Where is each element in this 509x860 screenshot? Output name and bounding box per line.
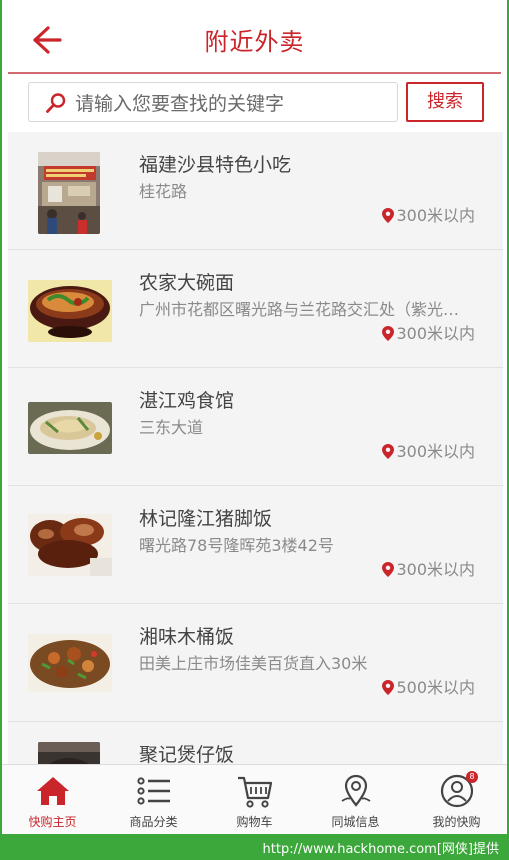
storefront-photo xyxy=(38,152,100,234)
nav-local-info[interactable]: 同城信息 xyxy=(305,765,406,834)
shop-distance: 300米以内 xyxy=(382,320,475,344)
shop-name: 农家大碗面 xyxy=(139,272,235,294)
location-pin-icon xyxy=(382,680,395,695)
cart-icon xyxy=(238,776,273,808)
location-pin-icon xyxy=(382,326,395,341)
shop-address: 广州市花都区曙光路与兰花路交汇处（紫光… xyxy=(139,300,460,319)
nav-label: 同城信息 xyxy=(331,815,380,829)
nav-label: 商品分类 xyxy=(129,815,178,829)
shop-address: 三东大道 xyxy=(139,418,204,437)
noodle-bowl-photo xyxy=(28,280,112,342)
location-pin-icon xyxy=(382,444,395,459)
nav-label: 购物车 xyxy=(236,815,273,829)
shop-distance: 300米以内 xyxy=(382,556,475,580)
bottom-nav: 快购主页 商品分类 购物车 同城信息 8 我的快购 xyxy=(2,764,507,834)
watermark-text: http://www.hackhome.com[网侠]提供 xyxy=(262,842,499,857)
distance-label: 300米以内 xyxy=(396,442,475,461)
distance-label: 300米以内 xyxy=(396,560,475,579)
page-title: 附近外卖 xyxy=(204,28,305,56)
distance-label: 300米以内 xyxy=(396,324,475,343)
shop-name: 湘味木桶饭 xyxy=(139,626,235,648)
shop-distance: 500米以内 xyxy=(382,674,475,698)
shop-distance: 300米以内 xyxy=(382,202,475,226)
nav-label: 我的快购 xyxy=(432,815,481,829)
shop-item[interactable]: 聚记煲仔饭 xyxy=(8,722,503,764)
pork-knuckle-photo xyxy=(28,514,112,576)
nav-home[interactable]: 快购主页 xyxy=(2,765,103,834)
nav-label: 快购主页 xyxy=(28,815,77,829)
shop-distance: 300米以内 xyxy=(382,438,475,462)
search-bar: 搜索 xyxy=(2,74,507,132)
shop-name: 湛江鸡食馆 xyxy=(139,390,235,412)
shop-name: 福建沙县特色小吃 xyxy=(139,154,292,176)
shop-list[interactable]: 福建沙县特色小吃 桂花路 300米以内 农家大碗面 广州市花都区曙光路与兰花路交… xyxy=(8,132,503,764)
chicken-plate-photo xyxy=(28,402,112,454)
location-pin-icon xyxy=(382,562,395,577)
distance-label: 300米以内 xyxy=(396,206,475,225)
app-screen: 附近外卖 搜索 xyxy=(0,0,509,834)
home-icon xyxy=(37,777,69,805)
shop-item[interactable]: 湛江鸡食馆 三东大道 300米以内 xyxy=(8,368,503,486)
stir-fry-dish-photo xyxy=(28,634,112,692)
list-icon xyxy=(137,777,170,805)
search-input[interactable] xyxy=(73,89,387,119)
search-button[interactable]: 搜索 xyxy=(406,82,484,122)
watermark-bar: http://www.hackhome.com[网侠]提供 xyxy=(0,834,509,860)
shop-name: 聚记煲仔饭 xyxy=(139,744,235,764)
shop-name: 林记隆江猪脚饭 xyxy=(139,508,273,530)
claypot-photo xyxy=(38,742,100,764)
nav-cart[interactable]: 购物车 xyxy=(204,765,305,834)
search-field[interactable] xyxy=(28,82,398,122)
shop-address: 田美上庄市场佳美百货直入30米 xyxy=(139,654,368,673)
shop-item[interactable]: 农家大碗面 广州市花都区曙光路与兰花路交汇处（紫光… 300米以内 xyxy=(8,250,503,368)
shop-item[interactable]: 福建沙县特色小吃 桂花路 300米以内 xyxy=(8,132,503,250)
shop-item[interactable]: 湘味木桶饭 田美上庄市场佳美百货直入30米 500米以内 xyxy=(8,604,503,722)
distance-label: 500米以内 xyxy=(396,678,475,697)
shop-address: 曙光路78号隆晖苑3楼42号 xyxy=(139,536,334,555)
shop-address: 桂花路 xyxy=(139,182,188,201)
shop-item[interactable]: 林记隆江猪脚饭 曙光路78号隆晖苑3楼42号 300米以内 xyxy=(8,486,503,604)
map-pin-icon xyxy=(341,774,371,807)
nav-my-account[interactable]: 8 我的快购 xyxy=(406,765,507,834)
header-bar: 附近外卖 xyxy=(2,0,507,72)
search-icon xyxy=(46,93,66,113)
notification-badge: 8 xyxy=(466,771,478,783)
location-pin-icon xyxy=(382,208,395,223)
nav-categories[interactable]: 商品分类 xyxy=(103,765,204,834)
